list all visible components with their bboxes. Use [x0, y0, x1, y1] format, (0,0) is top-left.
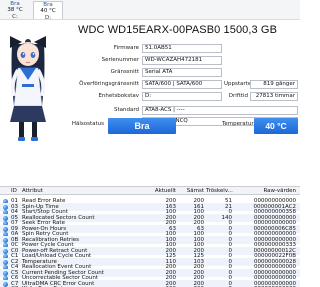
col-current[interactable]: Aktuellt: [150, 188, 176, 194]
drive-model-title: WDC WD15EARX-00PASB0 1500,3 GB: [77, 24, 278, 36]
drive-letter: C:: [12, 13, 18, 20]
drive-tab-c[interactable]: Bra 38 °C C:: [0, 1, 30, 20]
drive-tab-bar: Bra 38 °C C: Bra 40 °C D:: [0, 0, 300, 21]
transfer-value: SATA/600 | SATA/600: [142, 80, 222, 89]
interface-label: Gränssnitt: [110, 69, 139, 75]
serial-value: WD-WCAZAH472181: [142, 56, 222, 65]
col-threshold[interactable]: Tröskelv...: [206, 188, 233, 194]
drive-letter-label: Enhetsbokstav: [98, 93, 139, 99]
transfer-label: Överföringsgränssnitt: [79, 81, 139, 87]
mascot-illustration: [2, 24, 54, 144]
col-attribute[interactable]: Attribut: [22, 188, 43, 194]
poweron-count-value: 819 gånger: [250, 80, 298, 89]
drive-letter-value: D:: [142, 92, 222, 101]
firmware-value: 51.0AB51: [142, 44, 222, 53]
col-raw[interactable]: Raw-värden: [236, 188, 296, 194]
temperature-label: Temperatur: [222, 121, 254, 127]
drive-tab-d[interactable]: Bra 40 °C D:: [33, 1, 63, 21]
power-on-hours-value: 27813 timmar: [250, 92, 298, 101]
standard-label: Standard: [113, 107, 139, 113]
health-label: Hälsostatus: [71, 121, 104, 127]
standard-value: ATA8-ACS | ----: [142, 106, 298, 115]
health-status-badge[interactable]: Bra: [108, 118, 176, 134]
interface-value: Serial ATA: [142, 68, 222, 77]
table-header: ID Attribut Aktuellt Sämst Tröskelv... R…: [0, 186, 300, 195]
col-worst[interactable]: Sämst: [178, 188, 204, 194]
poweron-count-label: Uppstarter: [224, 81, 254, 87]
drive-letter: D:: [44, 14, 52, 21]
temperature-badge[interactable]: 40 °C: [254, 118, 298, 134]
firmware-label: Firmware: [113, 45, 139, 51]
col-id[interactable]: ID: [11, 188, 21, 194]
serial-label: Serienummer: [101, 57, 139, 63]
power-on-hours-label: Drifttid: [228, 93, 248, 99]
